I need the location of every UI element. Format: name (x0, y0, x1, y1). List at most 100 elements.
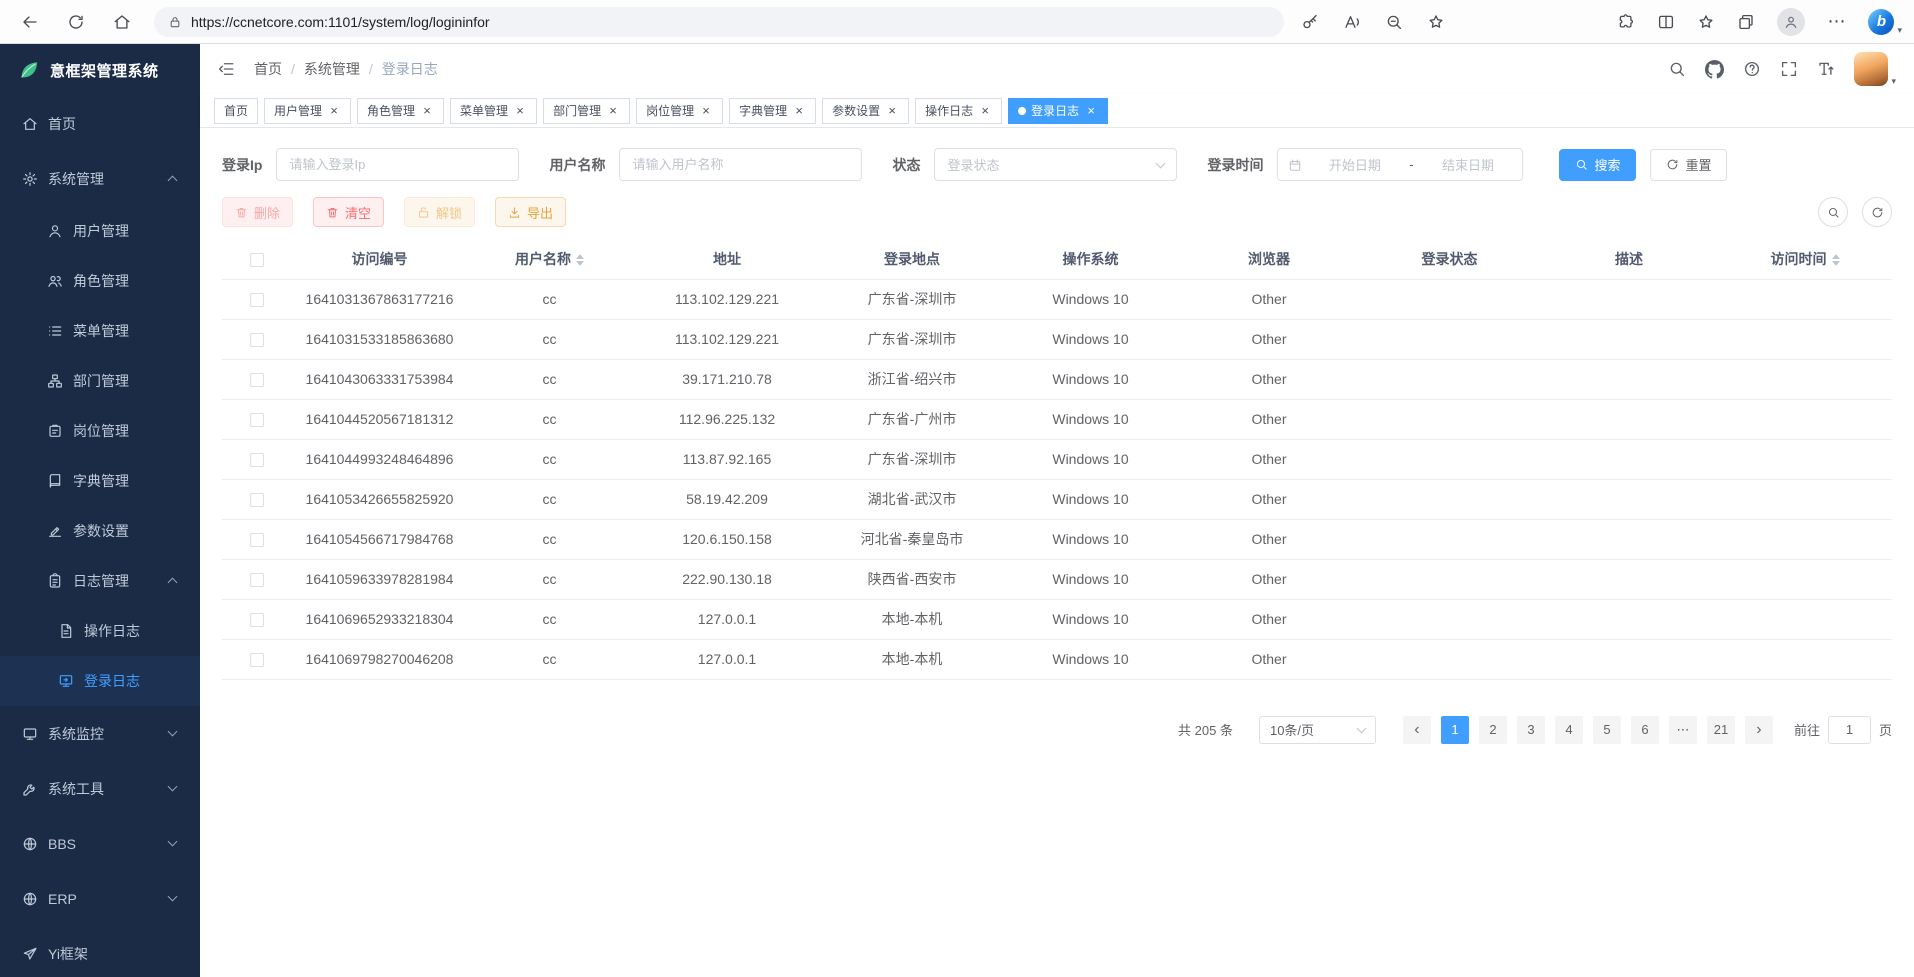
sidebar-item-role-mgmt[interactable]: 角色管理 (0, 256, 200, 306)
page-button-21[interactable]: 21 (1707, 716, 1735, 744)
refresh-button[interactable] (58, 5, 94, 39)
sidebar-item-menu-mgmt[interactable]: 菜单管理 (0, 306, 200, 356)
tab-role-mgmt[interactable]: 角色管理 × (357, 98, 444, 124)
ip-input[interactable] (276, 148, 519, 181)
goto-page-input[interactable] (1828, 716, 1871, 744)
sidebar-item-system-monitor[interactable]: 系统监控 (0, 706, 200, 761)
sidebar-item-dict-mgmt[interactable]: 字典管理 (0, 456, 200, 506)
status-select[interactable]: 登录状态 (934, 148, 1177, 181)
tab-menu-mgmt[interactable]: 菜单管理 × (450, 98, 537, 124)
column-access-time[interactable]: 访问时间 (1718, 239, 1892, 279)
header-search-button[interactable] (1668, 60, 1686, 78)
close-icon[interactable]: × (1084, 104, 1098, 118)
row-checkbox[interactable] (250, 413, 264, 427)
sidebar-item-erp[interactable]: ERP (0, 871, 200, 926)
row-checkbox[interactable] (250, 293, 264, 307)
row-checkbox[interactable] (250, 373, 264, 387)
sort-icon[interactable] (576, 254, 584, 266)
favorites-bar-icon[interactable] (1697, 13, 1715, 31)
extensions-icon[interactable] (1617, 13, 1635, 31)
sidebar-item-yi-framework[interactable]: Yi框架 (0, 926, 200, 977)
home-button[interactable] (104, 5, 140, 39)
row-checkbox[interactable] (250, 533, 264, 547)
username-input[interactable] (619, 148, 862, 181)
sidebar-item-login-log[interactable]: 登录日志 (0, 656, 200, 706)
help-button[interactable] (1743, 60, 1761, 78)
row-checkbox[interactable] (250, 613, 264, 627)
close-icon[interactable]: × (420, 104, 434, 118)
sidebar-item-post-mgmt[interactable]: 岗位管理 (0, 406, 200, 456)
read-aloud-icon[interactable] (1338, 8, 1366, 36)
close-icon[interactable]: × (699, 104, 713, 118)
collections-icon[interactable] (1737, 13, 1755, 31)
tab-login-log[interactable]: 登录日志 × (1008, 98, 1108, 124)
more-pages-button[interactable]: ⋯ (1669, 716, 1697, 744)
user-avatar-menu[interactable]: ▾ (1854, 52, 1896, 86)
search-button[interactable]: 搜索 (1559, 149, 1636, 181)
sidebar-item-user-mgmt[interactable]: 用户管理 (0, 206, 200, 256)
row-checkbox[interactable] (250, 573, 264, 587)
favorites-star-icon[interactable] (1422, 8, 1450, 36)
sidebar-item-operation-log[interactable]: 操作日志 (0, 606, 200, 656)
tab-param-settings[interactable]: 参数设置 × (822, 98, 909, 124)
row-checkbox[interactable] (250, 653, 264, 667)
row-checkbox[interactable] (250, 493, 264, 507)
sidebar-item-system-mgmt[interactable]: 系统管理 (0, 151, 200, 206)
sidebar-item-label: 参数设置 (73, 521, 129, 541)
close-icon[interactable]: × (978, 104, 992, 118)
page-button-5[interactable]: 5 (1593, 716, 1621, 744)
browser-profile-avatar[interactable] (1777, 8, 1805, 36)
tab-post-mgmt[interactable]: 岗位管理 × (636, 98, 723, 124)
next-page-button[interactable]: › (1745, 716, 1773, 744)
date-range-picker[interactable]: 开始日期 - 结束日期 (1277, 148, 1523, 181)
page-button-2[interactable]: 2 (1479, 716, 1507, 744)
github-button[interactable] (1705, 60, 1724, 79)
collapse-sidebar-button[interactable] (214, 57, 238, 81)
tab-home[interactable]: 首页 (214, 98, 258, 124)
column-username[interactable]: 用户名称 (467, 239, 632, 279)
address-bar[interactable]: https://ccnetcore.com:1101/system/log/lo… (154, 7, 1284, 37)
refresh-table-button[interactable] (1862, 197, 1892, 227)
sidebar-item-param-settings[interactable]: 参数设置 (0, 506, 200, 556)
font-size-button[interactable] (1817, 60, 1835, 78)
close-icon[interactable]: × (327, 104, 341, 118)
select-all-checkbox[interactable] (250, 253, 264, 267)
close-icon[interactable]: × (513, 104, 527, 118)
clear-button[interactable]: 清空 (313, 197, 384, 227)
row-checkbox[interactable] (250, 333, 264, 347)
back-button[interactable] (12, 5, 48, 39)
fullscreen-button[interactable] (1780, 60, 1798, 78)
tab-user-mgmt[interactable]: 用户管理 × (264, 98, 351, 124)
sidebar-item-bbs[interactable]: BBS (0, 816, 200, 871)
tab-operation-log[interactable]: 操作日志 × (915, 98, 1002, 124)
reset-button[interactable]: 重置 (1650, 149, 1727, 181)
sidebar-item-log-mgmt[interactable]: 日志管理 (0, 556, 200, 606)
breadcrumb-home[interactable]: 首页 (254, 59, 282, 79)
page-button-3[interactable]: 3 (1517, 716, 1545, 744)
breadcrumb-system-mgmt[interactable]: 系统管理 (304, 59, 360, 79)
row-checkbox[interactable] (250, 453, 264, 467)
page-button-4[interactable]: 4 (1555, 716, 1583, 744)
unlock-button[interactable]: 解锁 (404, 197, 475, 227)
delete-button[interactable]: 删除 (222, 197, 293, 227)
close-icon[interactable]: × (792, 104, 806, 118)
export-button[interactable]: 导出 (495, 197, 566, 227)
split-screen-icon[interactable] (1657, 13, 1675, 31)
toggle-search-button[interactable] (1818, 197, 1848, 227)
page-button-6[interactable]: 6 (1631, 716, 1659, 744)
sidebar-item-dept-mgmt[interactable]: 部门管理 (0, 356, 200, 406)
password-key-icon[interactable] (1296, 8, 1324, 36)
copilot-button[interactable]: b ▾ (1868, 9, 1902, 35)
sidebar-item-home[interactable]: 首页 (0, 96, 200, 151)
page-size-select[interactable]: 10条/页 (1259, 716, 1376, 744)
close-icon[interactable]: × (606, 104, 620, 118)
page-button-1[interactable]: 1 (1441, 716, 1469, 744)
tab-dept-mgmt[interactable]: 部门管理 × (543, 98, 630, 124)
close-icon[interactable]: × (885, 104, 899, 118)
prev-page-button[interactable]: ‹ (1403, 716, 1431, 744)
tab-dict-mgmt[interactable]: 字典管理 × (729, 98, 816, 124)
sidebar-item-system-tools[interactable]: 系统工具 (0, 761, 200, 816)
sort-icon[interactable] (1832, 254, 1840, 266)
browser-menu-icon[interactable]: ⋯ (1827, 11, 1846, 32)
zoom-icon[interactable] (1380, 8, 1408, 36)
